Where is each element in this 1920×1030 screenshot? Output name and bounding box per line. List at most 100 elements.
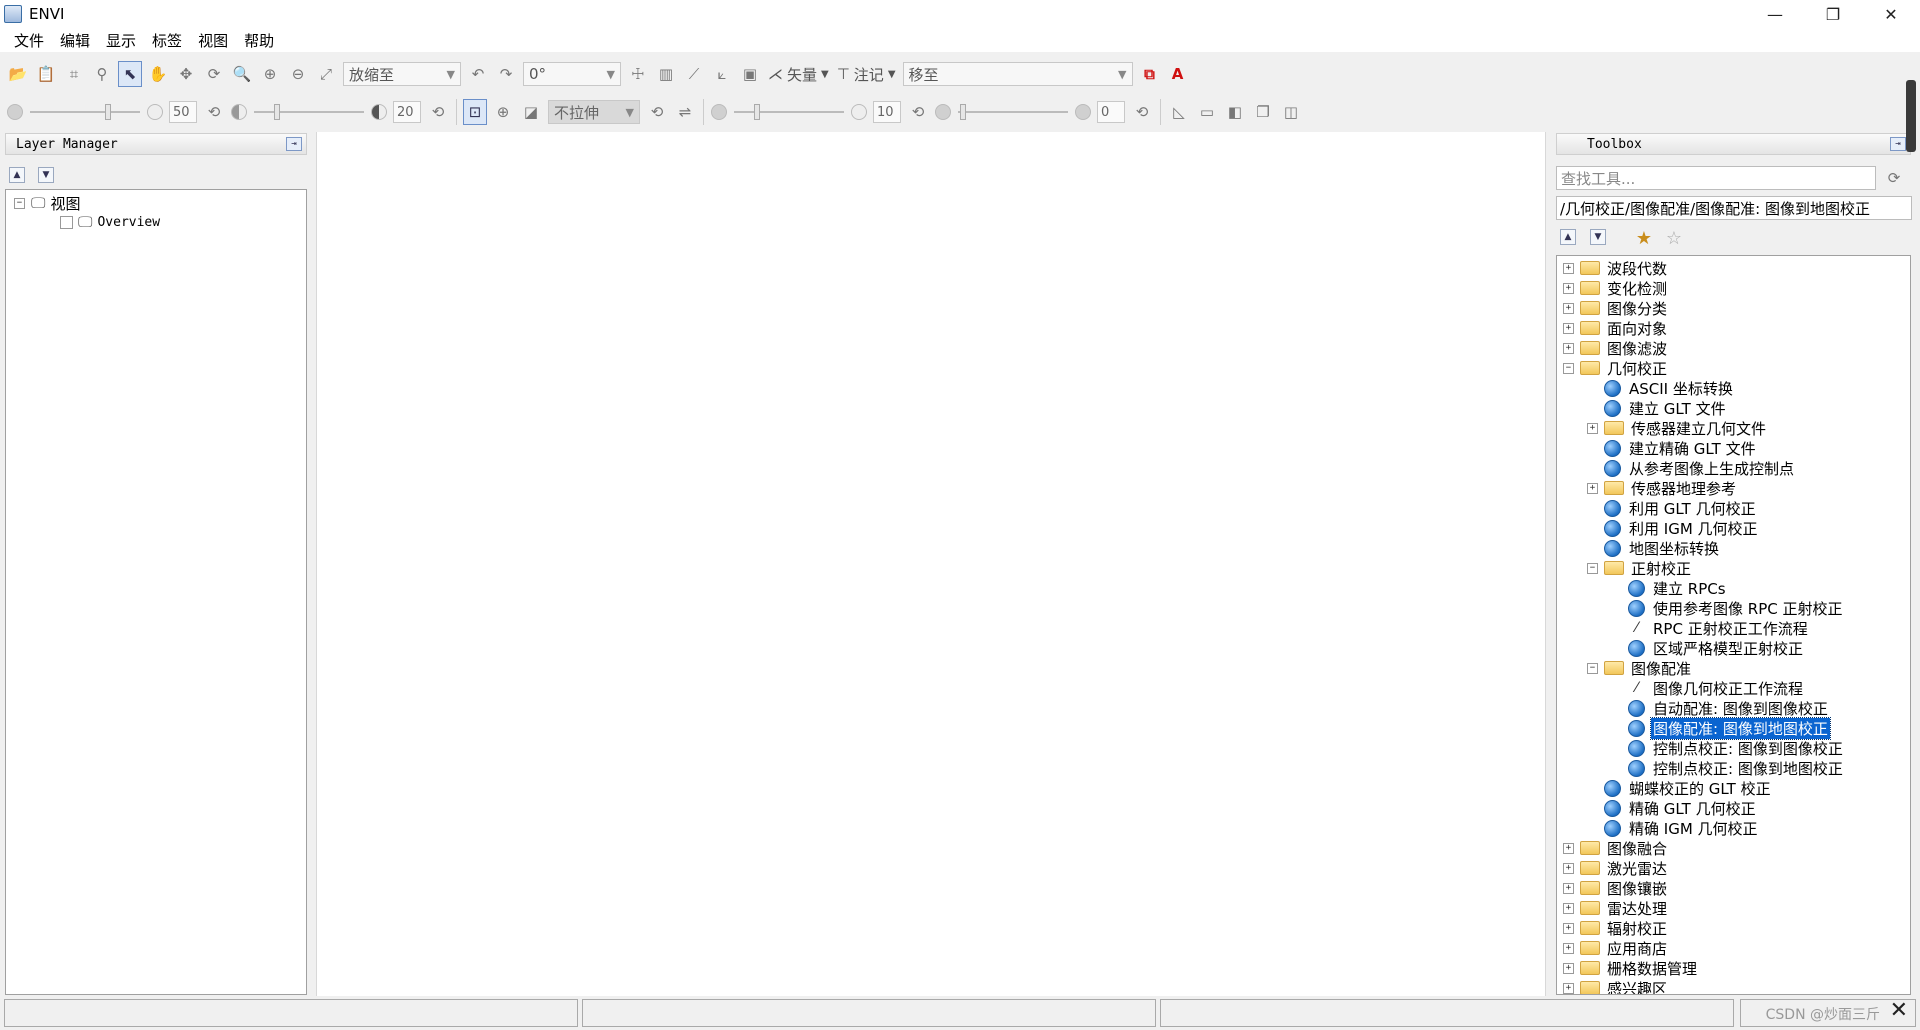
collapse-icon[interactable]: − (1587, 562, 1598, 574)
toolbox-node[interactable]: 建立 GLT 文件 (1587, 398, 1728, 418)
zoom-in-icon[interactable]: ⊕ (258, 61, 282, 87)
contrast-value[interactable]: 20 (393, 101, 421, 123)
toolbox-node[interactable]: + 雷达处理 (1563, 898, 1669, 918)
expand-down-icon[interactable]: ▼ (1590, 229, 1606, 245)
toolbox-node[interactable]: − 图像配准 (1587, 658, 1693, 678)
scrollbar-thumb[interactable] (1906, 80, 1916, 152)
menu-help[interactable]: 帮助 (236, 30, 282, 51)
view-blend-icon[interactable]: ◧ (1223, 99, 1247, 125)
refresh-icon[interactable]: ⟳ (1882, 165, 1906, 191)
toolbox-node[interactable]: 控制点校正: 图像到地图校正 (1611, 758, 1845, 778)
close-icon[interactable]: ✕ (1890, 998, 1908, 1023)
rotate-right-icon[interactable]: ↷ (494, 61, 518, 87)
ruler-icon[interactable]: ◺ (1167, 99, 1191, 125)
measure-icon[interactable]: ⟀ (710, 61, 734, 87)
toolbox-node[interactable]: 建立精确 GLT 文件 (1587, 438, 1758, 458)
brightness-value[interactable]: 50 (169, 101, 197, 123)
full-extent-icon[interactable]: ⊡ (463, 99, 487, 125)
zoom-out-icon[interactable]: ⊖ (286, 61, 310, 87)
expand-icon[interactable]: + (1563, 882, 1574, 894)
sharpen-slider[interactable] (734, 99, 844, 125)
expand-icon[interactable]: + (1563, 862, 1574, 874)
expand-icon[interactable]: + (1563, 982, 1574, 994)
toolbox-node[interactable]: 利用 IGM 几何校正 (1587, 518, 1760, 538)
toolbox-node[interactable]: + 辐射校正 (1563, 918, 1669, 938)
zoom-combo[interactable]: 放缩至 ▼ (343, 62, 461, 86)
portal-icon[interactable]: ▥ (654, 61, 678, 87)
toolbox-node[interactable]: + 图像融合 (1563, 838, 1669, 858)
collapse-icon[interactable]: − (1563, 362, 1574, 374)
expand-icon[interactable]: + (1563, 302, 1574, 314)
stretch-combo[interactable]: 不拉伸 ▼ (548, 100, 640, 124)
profile-icon[interactable]: ⟋ (682, 61, 706, 87)
toolbox-node[interactable]: 蝴蝶校正的 GLT 校正 (1587, 778, 1773, 798)
rotate-left-icon[interactable]: ↶ (466, 61, 490, 87)
stretch-icon[interactable]: ◪ (519, 99, 543, 125)
transparency-value[interactable]: 0 (1097, 101, 1125, 123)
transparency-slider[interactable] (958, 99, 1068, 125)
collapse-icon[interactable]: − (14, 197, 25, 209)
toolbox-node[interactable]: 自动配准: 图像到图像校正 (1611, 698, 1830, 718)
expand-icon[interactable]: + (1563, 262, 1574, 274)
toolbox-node[interactable]: 使用参考图像 RPC 正射校正 (1611, 598, 1844, 618)
pan-hand-icon[interactable]: ✋ (146, 61, 170, 87)
expand-icon[interactable]: + (1563, 942, 1574, 954)
rotate-icon[interactable]: ⟳ (202, 61, 226, 87)
expand-icon[interactable]: + (1587, 482, 1598, 494)
rotate-combo[interactable]: 0° ▼ (523, 62, 621, 86)
toolbox-node[interactable]: + 波段代数 (1563, 258, 1669, 278)
toolbox-node[interactable]: + 图像镶嵌 (1563, 878, 1669, 898)
expand-icon[interactable]: + (1563, 342, 1574, 354)
toolbox-node[interactable]: + 传感器建立几何文件 (1587, 418, 1768, 438)
acrobat-icon[interactable]: A (1166, 61, 1190, 87)
goto-combo[interactable]: 移至 ▼ (902, 62, 1133, 86)
annotation-tool[interactable]: ⊤ 注记 ▼ (837, 64, 896, 85)
collapse-up-icon[interactable]: ▲ (9, 167, 25, 183)
expand-down-icon[interactable]: ▼ (38, 167, 54, 183)
toolbox-node[interactable]: + 图像滤波 (1563, 338, 1669, 358)
expand-icon[interactable]: + (1563, 842, 1574, 854)
toolbox-node[interactable]: + 应用商店 (1563, 938, 1669, 958)
reset-contrast-icon[interactable]: ⟲ (426, 99, 450, 125)
toolbox-node[interactable]: 图像配准: 图像到地图校正 (1611, 716, 1831, 740)
menu-display[interactable]: 显示 (98, 30, 144, 51)
toolbox-search-input[interactable]: 查找工具... (1556, 166, 1876, 190)
toolbox-node[interactable]: − 几何校正 (1563, 358, 1669, 378)
menu-view[interactable]: 视图 (190, 30, 236, 51)
view-swipe-icon[interactable]: ◫ (1279, 99, 1303, 125)
pin-panel-icon[interactable]: ⇥ (286, 137, 302, 151)
data-manager-icon[interactable]: 📋 (34, 61, 58, 87)
menu-label[interactable]: 标签 (144, 30, 190, 51)
histogram-icon[interactable]: ⇌ (673, 99, 697, 125)
reset-sharpen-icon[interactable]: ⟲ (906, 99, 930, 125)
contrast-slider[interactable] (254, 99, 364, 125)
close-button[interactable]: ✕ (1862, 0, 1920, 28)
toolbox-node[interactable]: ASCII 坐标转换 (1587, 378, 1735, 398)
vector-tool[interactable]: ⋌ 矢量 ▼ (768, 64, 829, 85)
refresh-stretch-icon[interactable]: ⟲ (645, 99, 669, 125)
crosshair-icon[interactable]: ☩ (626, 61, 650, 87)
image-view-canvas[interactable] (316, 132, 1546, 996)
expand-icon[interactable]: + (1563, 902, 1574, 914)
toolbox-node[interactable]: 利用 GLT 几何校正 (1587, 498, 1758, 518)
restore-button[interactable]: ❐ (1804, 0, 1862, 28)
expand-icon[interactable]: + (1563, 962, 1574, 974)
toolbox-node[interactable]: − 正射校正 (1587, 558, 1693, 578)
pin-icon[interactable]: ⚲ (90, 61, 114, 87)
collapse-up-icon[interactable]: ▲ (1560, 229, 1576, 245)
toolbox-node[interactable]: 控制点校正: 图像到图像校正 (1611, 738, 1845, 758)
target-icon[interactable]: ⊕ (491, 99, 515, 125)
minimize-button[interactable]: — (1746, 0, 1804, 28)
favorite-star-icon[interactable]: ★ (1632, 225, 1656, 251)
toolbox-node[interactable]: 从参考图像上生成控制点 (1587, 458, 1796, 478)
expand-icon[interactable]: + (1563, 282, 1574, 294)
toolbox-node[interactable]: + 感兴趣区 (1563, 978, 1669, 994)
view-flicker-icon[interactable]: ❐ (1251, 99, 1275, 125)
expand-icon[interactable]: + (1587, 422, 1598, 434)
expand-icon[interactable]: + (1563, 322, 1574, 334)
toolbox-node[interactable]: 精确 IGM 几何校正 (1587, 818, 1760, 838)
toolbox-node[interactable]: + 面向对象 (1563, 318, 1669, 338)
collapse-icon[interactable]: − (1587, 662, 1598, 674)
toolbox-node[interactable]: 精确 GLT 几何校正 (1587, 798, 1758, 818)
toolbox-node[interactable]: 区域严格模型正射校正 (1611, 638, 1805, 658)
